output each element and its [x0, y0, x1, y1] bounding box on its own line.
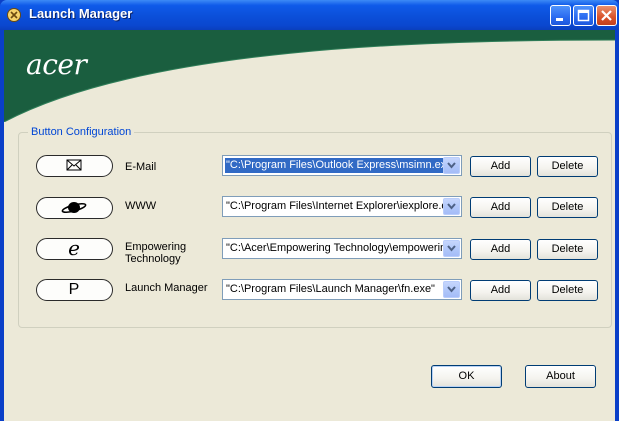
launch-manager-label: Launch Manager	[125, 282, 208, 294]
empowering-add-button[interactable]: Add	[470, 239, 531, 260]
chevron-down-icon	[447, 286, 456, 293]
launch-manager-delete-button[interactable]: Delete	[537, 280, 598, 301]
www-label: WWW	[125, 200, 157, 212]
close-button[interactable]	[596, 5, 617, 26]
acer-logo: acer	[26, 48, 87, 81]
empowering-path-value: "C:\Acer\Empowering Technology\empowerin…	[226, 242, 443, 254]
email-add-button[interactable]: Add	[470, 156, 531, 177]
www-path-value: "C:\Program Files\Internet Explorer\iexp…	[226, 200, 443, 212]
launch-manager-add-button[interactable]: Add	[470, 280, 531, 301]
planet-icon	[61, 202, 87, 214]
close-icon	[601, 10, 612, 21]
launch-manager-window: Launch Manager acer Button Configuration…	[0, 0, 619, 421]
button-configuration-label: Button Configuration	[28, 126, 135, 138]
maximize-icon	[577, 9, 590, 22]
email-label: E-Mail	[125, 161, 157, 173]
empowering-technology-button[interactable]: e	[36, 236, 113, 260]
client-area: acer Button Configuration E-Mail "C:\Pro…	[4, 30, 615, 421]
email-path-value: "C:\Program Files\Outlook Express\msimn.…	[225, 158, 443, 173]
title-bar[interactable]: Launch Manager	[0, 0, 619, 30]
p-key-icon: P	[68, 281, 80, 298]
minimize-icon	[556, 18, 563, 21]
envelope-icon	[66, 159, 82, 171]
www-path-select[interactable]: "C:\Program Files\Internet Explorer\iexp…	[222, 196, 462, 217]
launch-manager-path-value: "C:\Program Files\Launch Manager\fn.exe"	[226, 283, 435, 295]
empowering-label-line1: Empowering	[125, 241, 187, 253]
email-delete-button[interactable]: Delete	[537, 156, 598, 177]
www-button[interactable]	[36, 197, 113, 219]
www-dropdown-button[interactable]	[443, 198, 460, 215]
empowering-path-select[interactable]: "C:\Acer\Empowering Technology\empowerin…	[222, 238, 462, 259]
www-delete-button[interactable]: Delete	[537, 197, 598, 218]
empowering-dropdown-button[interactable]	[443, 240, 460, 257]
launch-manager-path-select[interactable]: "C:\Program Files\Launch Manager\fn.exe"	[222, 279, 462, 300]
empowering-e-icon: e	[68, 236, 80, 260]
chevron-down-icon	[447, 203, 456, 210]
launch-manager-dropdown-button[interactable]	[443, 281, 460, 298]
empowering-delete-button[interactable]: Delete	[537, 239, 598, 260]
maximize-button[interactable]	[573, 5, 594, 26]
empowering-label-line2: Technology	[125, 253, 181, 265]
window-title: Launch Manager	[29, 6, 133, 21]
empowering-technology-label: Empowering Technology	[125, 241, 215, 265]
www-add-button[interactable]: Add	[470, 197, 531, 218]
email-button[interactable]	[36, 155, 113, 177]
chevron-down-icon	[447, 245, 456, 252]
minimize-button[interactable]	[550, 5, 571, 26]
acer-banner	[4, 30, 615, 122]
launch-manager-button[interactable]: P	[36, 279, 113, 301]
email-path-select[interactable]: "C:\Program Files\Outlook Express\msimn.…	[222, 155, 462, 176]
about-button[interactable]: About	[525, 365, 596, 388]
launch-manager-icon	[7, 8, 21, 22]
email-dropdown-button[interactable]	[443, 157, 460, 174]
chevron-down-icon	[447, 162, 456, 169]
ok-button[interactable]: OK	[431, 365, 502, 388]
